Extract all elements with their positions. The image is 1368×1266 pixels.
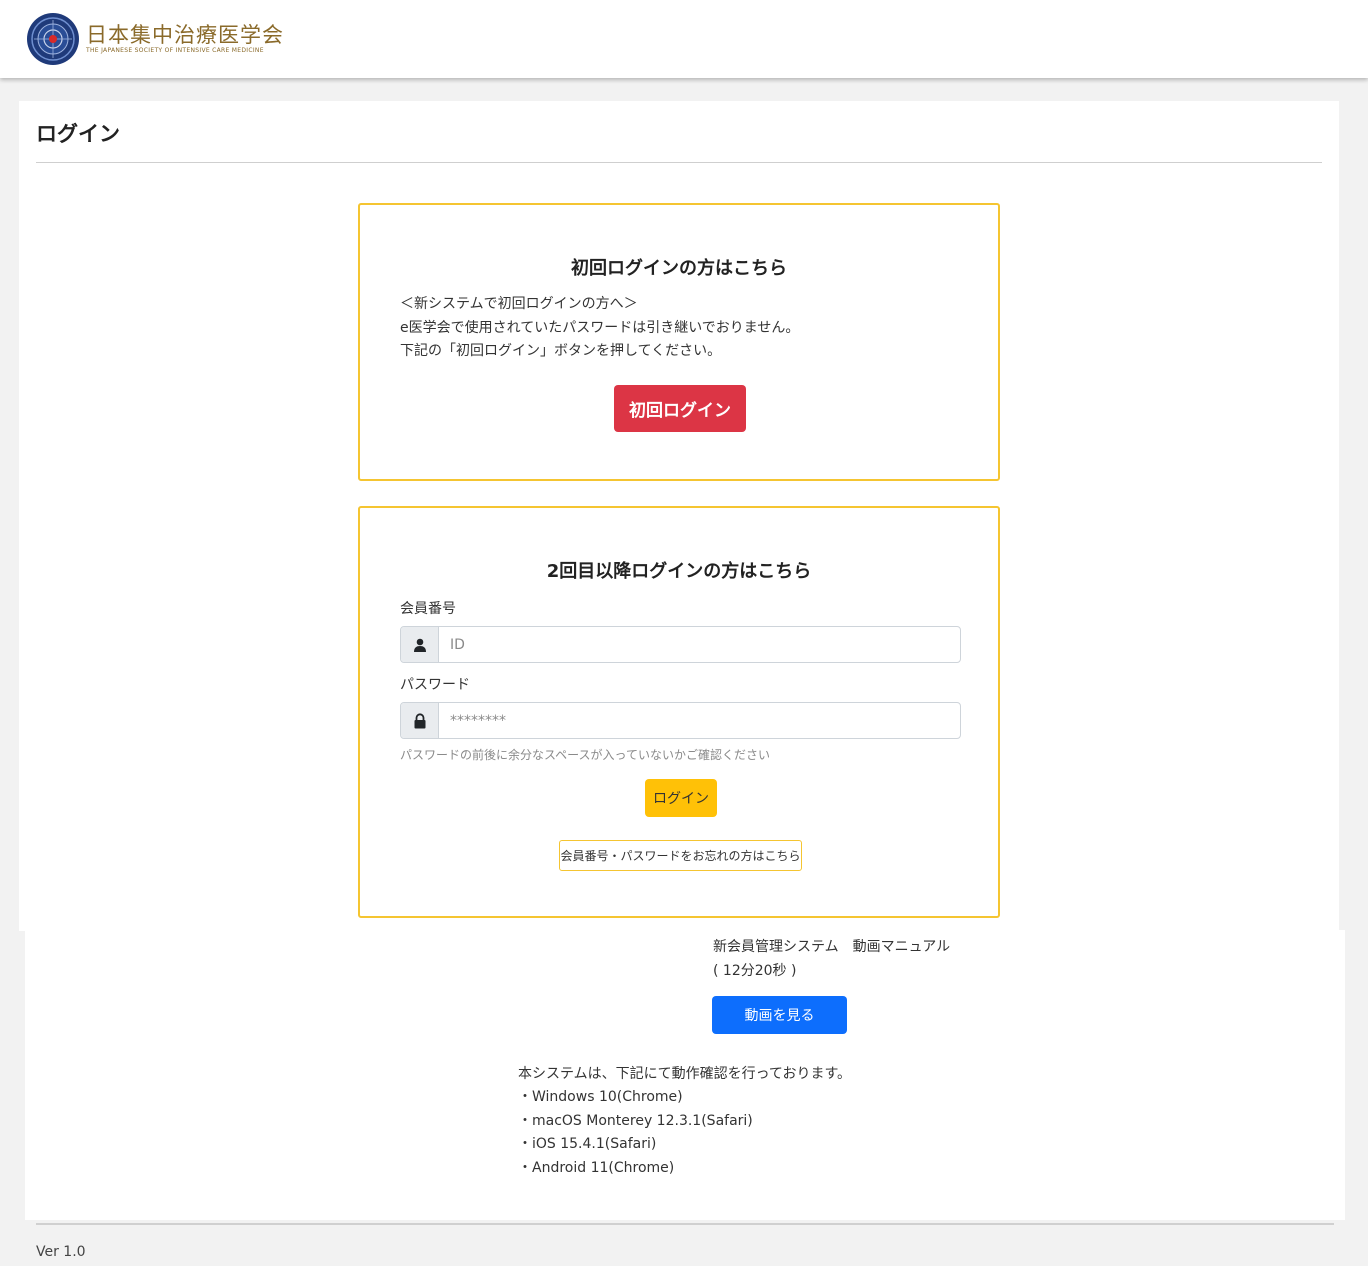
watch-video-button[interactable]: 動画を見る <box>712 996 847 1034</box>
society-logo[interactable]: 日本集中治療医学会 THE JAPANESE SOCIETY OF INTENS… <box>26 12 284 66</box>
video-duration: ( 12分20秒 ) <box>713 963 797 979</box>
compat-item: ・macOS Monterey 12.3.1(Safari) <box>518 1112 753 1129</box>
version-label: Ver 1.0 <box>36 1244 86 1260</box>
forgot-credentials-button[interactable]: 会員番号・パスワードをお忘れの方はこちら <box>559 840 802 871</box>
compat-item: ・Android 11(Chrome) <box>518 1159 675 1176</box>
compat-intro: 本システムは、下記にて動作確認を行っております。 <box>518 1066 852 1082</box>
first-login-panel: 初回ログインの方はこちら ＜新システムで初回ログインの方へ＞ e医学会で使用され… <box>358 203 1000 481</box>
login-button[interactable]: ログイン <box>645 779 717 817</box>
notice-line: 下記の「初回ログイン」ボタンを押してください。 <box>400 343 722 359</box>
notice-line: ＜新システムで初回ログインの方へ＞ <box>400 296 638 312</box>
logo-title-en: THE JAPANESE SOCIETY OF INTENSIVE CARE M… <box>86 47 264 54</box>
first-login-button[interactable]: 初回ログイン <box>614 385 746 432</box>
first-login-heading: 初回ログインの方はこちら <box>571 258 787 279</box>
title-divider <box>36 162 1322 163</box>
login-panel: 2回目以降ログインの方はこちら 会員番号 パスワード パスワードの前後に余分なス… <box>358 506 1000 918</box>
notice-line: e医学会で使用されていたパスワードは引き継いでおりません。 <box>400 319 800 336</box>
video-manual-title: 新会員管理システム 動画マニュアル <box>713 939 951 955</box>
user-icon <box>401 627 439 662</box>
compat-item: ・Windows 10(Chrome) <box>518 1089 683 1106</box>
site-header: 日本集中治療医学会 THE JAPANESE SOCIETY OF INTENS… <box>0 0 1368 78</box>
password-hint: パスワードの前後に余分なスペースが入っていないかご確認ください <box>400 748 770 762</box>
compat-item: ・iOS 15.4.1(Safari) <box>518 1136 657 1153</box>
page-title: ログイン <box>36 122 120 146</box>
compatibility-notice: 本システムは、下記にて動作確認を行っております。 ・Windows 10(Chr… <box>518 1063 851 1180</box>
member-number-group <box>400 626 961 663</box>
login-heading: 2回目以降ログインの方はこちら <box>546 561 812 582</box>
member-number-input[interactable] <box>439 627 960 662</box>
video-manual-info: 新会員管理システム 動画マニュアル ( 12分20秒 ) <box>713 935 950 983</box>
password-input[interactable] <box>439 703 960 738</box>
member-number-label: 会員番号 <box>400 601 456 617</box>
lock-icon <box>401 703 439 738</box>
logo-title-jp: 日本集中治療医学会 <box>86 23 284 47</box>
password-label: パスワード <box>400 677 470 693</box>
emblem-icon <box>27 13 79 65</box>
password-group <box>400 702 961 739</box>
first-login-notice: ＜新システムで初回ログインの方へ＞ e医学会で使用されていたパスワードは引き継い… <box>400 293 799 364</box>
footer-divider <box>36 1223 1334 1225</box>
